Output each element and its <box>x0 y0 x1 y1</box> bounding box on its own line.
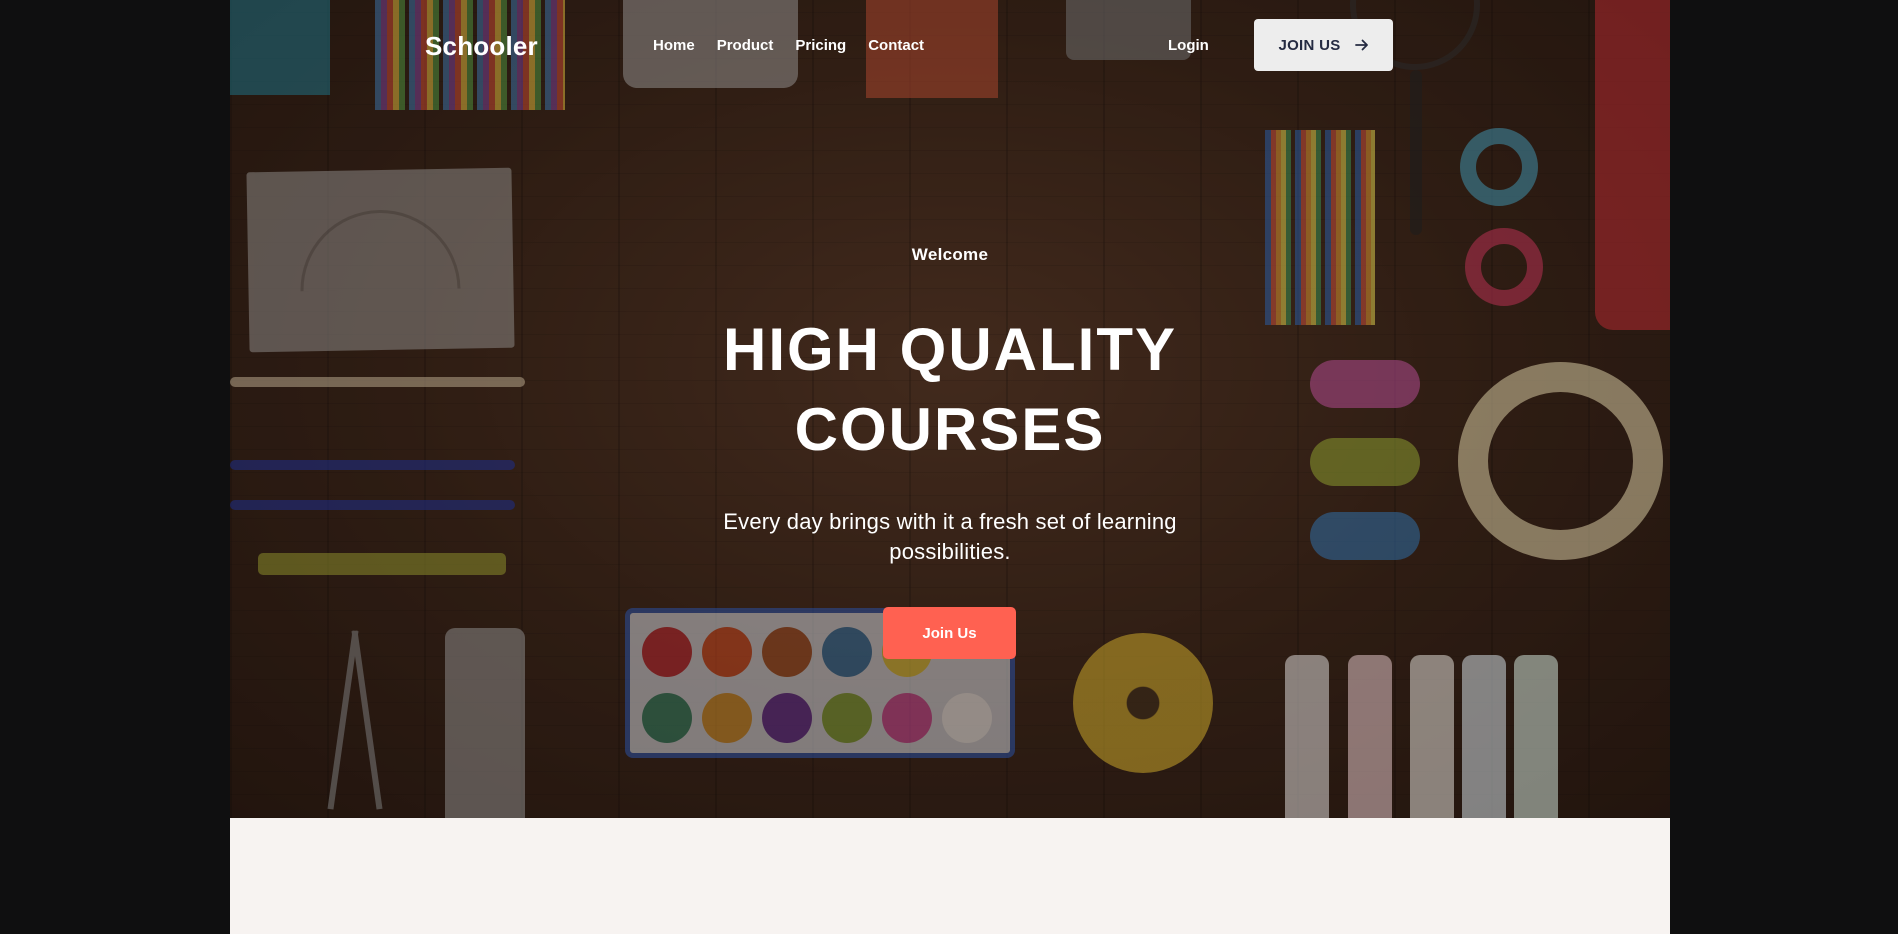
paper-roll-decoration <box>445 628 525 818</box>
arrow-right-icon <box>1354 39 1369 51</box>
top-navbar: Schooler Home Product Pricing Contact Lo… <box>230 0 1670 90</box>
tape-roll-decoration <box>1460 128 1538 206</box>
next-section <box>230 818 1670 934</box>
chalk-decoration <box>1514 655 1558 818</box>
chalk-decoration <box>1462 655 1506 818</box>
nav-link-pricing[interactable]: Pricing <box>795 37 846 54</box>
crayons-decoration <box>1265 130 1375 325</box>
correction-tape-decoration <box>1310 438 1420 486</box>
nav-link-product[interactable]: Product <box>717 37 774 54</box>
compass-decoration <box>310 610 400 810</box>
tape-roll-decoration <box>1465 228 1543 306</box>
main-menu: Home Product Pricing Contact <box>653 37 924 54</box>
landing-page: Schooler Home Product Pricing Contact Lo… <box>230 0 1670 934</box>
hero-section: Schooler Home Product Pricing Contact Lo… <box>230 0 1670 818</box>
pencil-decoration <box>230 377 525 387</box>
hero-eyebrow: Welcome <box>911 245 989 264</box>
masking-tape-decoration <box>1458 362 1663 560</box>
hero-subtitle: Every day brings with it a fresh set of … <box>723 509 1177 564</box>
hero-headline: HIGH QUALITY COURSES <box>723 316 1177 463</box>
brand-logo[interactable]: Schooler <box>425 31 538 62</box>
nav-link-home[interactable]: Home <box>653 37 695 54</box>
chalk-decoration <box>1285 655 1329 818</box>
yarn-ball-decoration <box>1073 633 1213 773</box>
correction-tape-decoration <box>1310 512 1420 560</box>
login-link[interactable]: Login <box>1168 37 1209 54</box>
chalk-decoration <box>1410 655 1454 818</box>
correction-tape-decoration <box>1310 360 1420 408</box>
highlighter-decoration <box>258 553 506 575</box>
join-us-cta-button[interactable]: Join Us <box>883 607 1016 659</box>
chalk-decoration <box>1348 655 1392 818</box>
join-us-nav-button[interactable]: JOIN US <box>1254 19 1393 71</box>
nav-link-contact[interactable]: Contact <box>868 37 924 54</box>
pen-decoration <box>230 500 515 510</box>
pen-decoration <box>230 460 515 470</box>
join-us-nav-label: JOIN US <box>1278 36 1341 54</box>
